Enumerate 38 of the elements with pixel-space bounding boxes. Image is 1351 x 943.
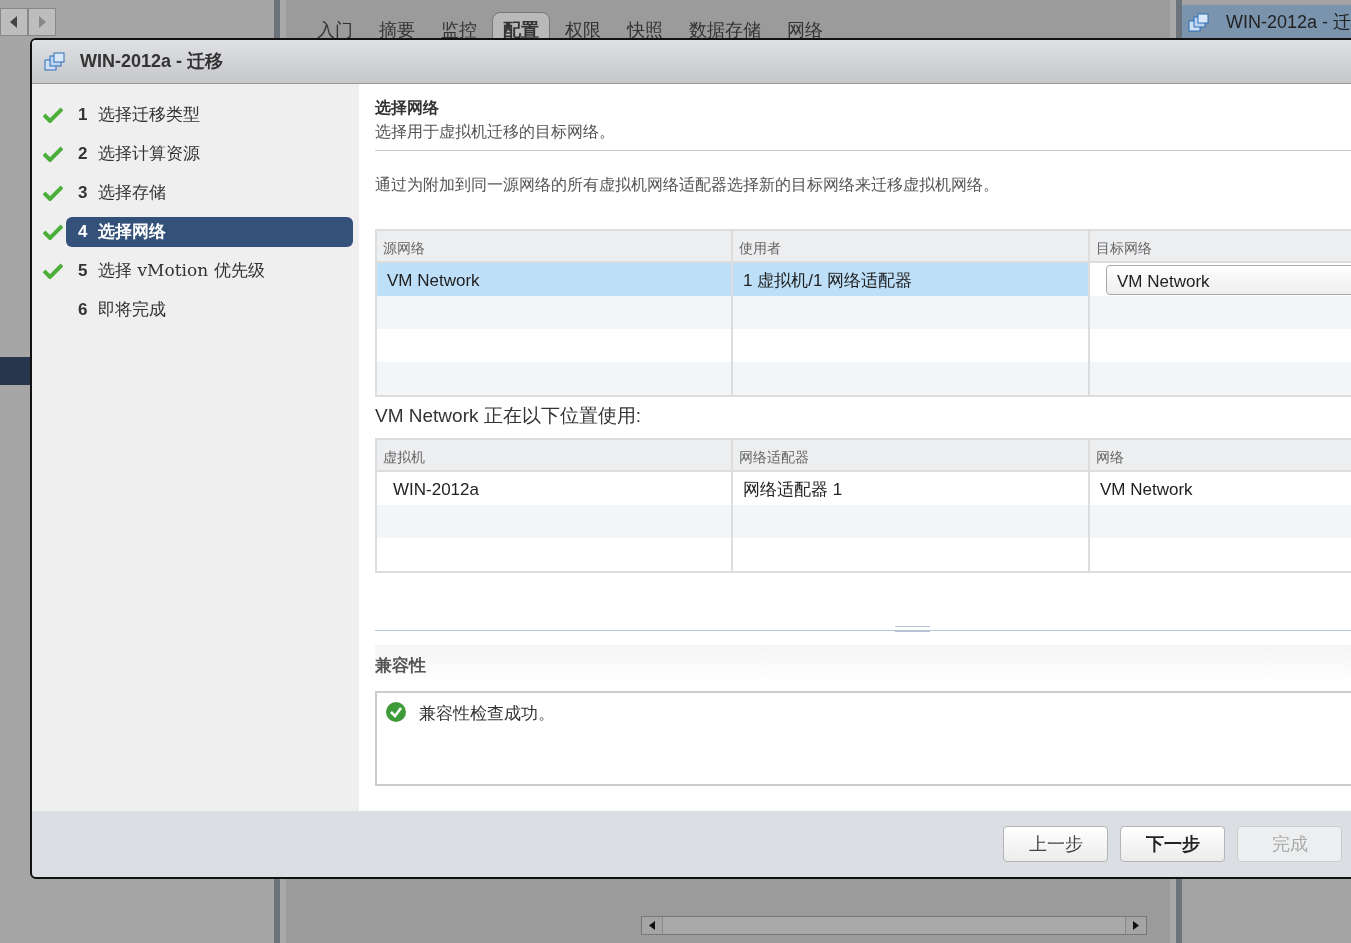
vm-migrate-icon xyxy=(44,51,66,72)
column-header[interactable]: 虚拟机 xyxy=(377,439,733,472)
tab[interactable]: 权限 xyxy=(554,12,612,42)
usage-heading: VM Network 正在以下位置使用: xyxy=(375,404,643,428)
table-cell: 1 虚拟机/1 网络适配器 xyxy=(733,263,1090,296)
wizard-step[interactable]: 1 选择迁移类型 xyxy=(66,100,353,130)
wizard-step[interactable]: 4 选择网络 xyxy=(66,217,353,247)
column-header[interactable]: 源网络 xyxy=(377,231,733,263)
column-header[interactable]: 网络适配器 xyxy=(733,439,1090,472)
wizard-step[interactable]: 2 选择计算资源 xyxy=(66,139,353,169)
left-arrow-icon xyxy=(10,16,18,28)
dialog-title: WIN-2012a - 迁移 xyxy=(80,50,224,73)
wizard-step[interactable]: 6 即将完成 xyxy=(66,295,353,325)
success-icon xyxy=(385,700,407,723)
page-title: 选择网络 xyxy=(375,97,440,119)
tab[interactable]: 网络 xyxy=(776,12,834,42)
table-cell: VM Network xyxy=(377,263,733,296)
page-subtitle: 选择用于虚拟机迁移的目标网络。 xyxy=(375,120,1351,151)
description-text: 通过为附加到同一源网络的所有虚拟机网络适配器选择新的目标网络来迁移虚拟机网络。 xyxy=(375,174,1000,196)
column-header[interactable]: 使用者 xyxy=(733,231,1090,263)
column-header[interactable]: 目标网络 xyxy=(1090,231,1351,263)
network-dropdown[interactable]: VM Network xyxy=(1106,265,1351,295)
splitter-handle[interactable] xyxy=(895,625,930,632)
back-button[interactable] xyxy=(0,8,28,36)
tab[interactable]: 快照 xyxy=(616,12,674,42)
wizard-button[interactable]: 上一步 xyxy=(1003,826,1108,862)
tab[interactable]: 数据存储 xyxy=(678,12,772,42)
wizard-step[interactable]: 5 选择 vMotion 优先级 xyxy=(66,256,353,286)
tab[interactable]: 入门 xyxy=(306,12,364,42)
panel-title: WIN-2012a - 迁 xyxy=(1226,10,1351,34)
selected-row-highlight xyxy=(0,357,30,385)
horizontal-scrollbar[interactable] xyxy=(641,916,1147,935)
wizard-button[interactable]: 下一步 xyxy=(1120,826,1225,862)
right-arrow-icon xyxy=(38,16,46,28)
wizard-step[interactable]: 3 选择存储 xyxy=(66,178,353,208)
column-header[interactable]: 网络 xyxy=(1090,439,1351,472)
status-message: 兼容性检查成功。 xyxy=(419,702,555,725)
tab[interactable]: 摘要 xyxy=(368,12,426,42)
